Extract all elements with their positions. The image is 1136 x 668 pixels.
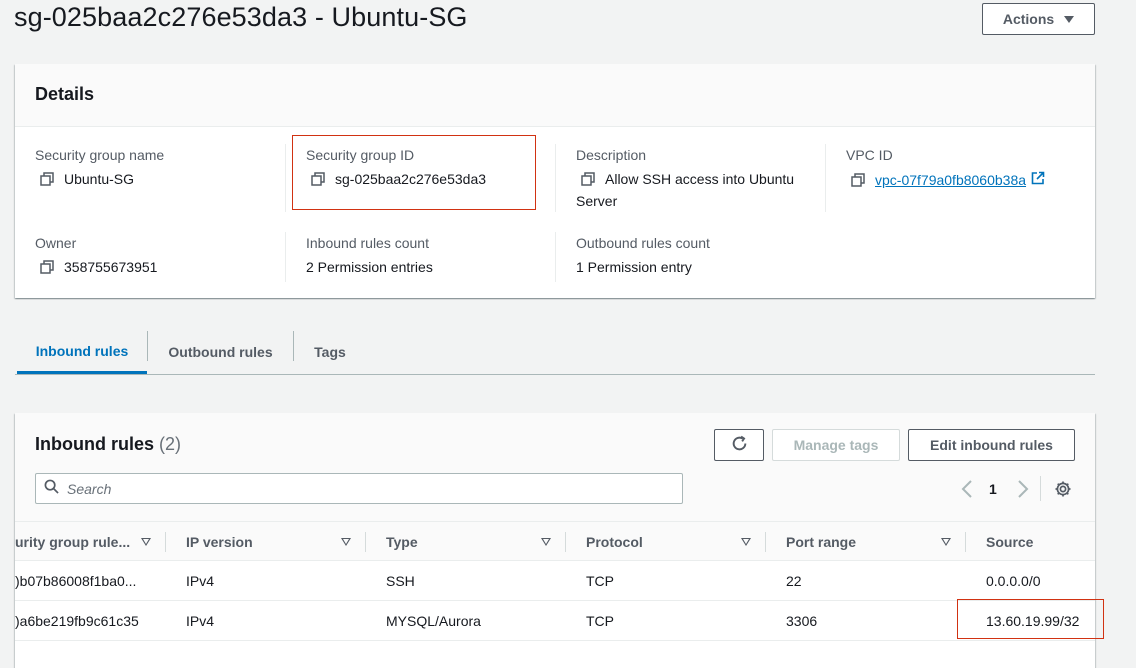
table-row[interactable]: )a6be219fb9c61c35 IPv4 MYSQL/Aurora TCP … bbox=[15, 601, 1095, 641]
cell-port-range: 3306 bbox=[786, 613, 818, 629]
actions-button[interactable]: Actions bbox=[982, 3, 1095, 35]
cell-protocol: TCP bbox=[586, 573, 614, 589]
cell-protocol: TCP bbox=[586, 613, 614, 629]
details-title: Details bbox=[35, 84, 95, 104]
inbound-rules-count: (2) bbox=[159, 434, 182, 454]
caret-down-icon bbox=[1064, 15, 1075, 23]
column-separator[interactable] bbox=[365, 532, 366, 552]
search-input[interactable] bbox=[67, 480, 627, 497]
chevron-left-icon[interactable] bbox=[961, 480, 973, 503]
owner-label: Owner bbox=[35, 235, 77, 251]
column-separator[interactable] bbox=[565, 532, 566, 552]
sort-descending-icon[interactable] bbox=[741, 538, 751, 546]
refresh-button[interactable] bbox=[714, 429, 764, 461]
description-text: Allow SSH access into Ubuntu Server bbox=[576, 171, 795, 209]
column-header-rule-id[interactable]: urity group rule... bbox=[15, 522, 135, 562]
refresh-icon bbox=[731, 435, 748, 455]
page-number[interactable]: 1 bbox=[989, 481, 997, 497]
column-header-type[interactable]: Type bbox=[386, 522, 536, 562]
column-header-protocol[interactable]: Protocol bbox=[586, 522, 736, 562]
cell-port-range: 22 bbox=[786, 573, 802, 589]
cell-type: MYSQL/Aurora bbox=[386, 613, 481, 629]
sort-descending-icon[interactable] bbox=[141, 538, 151, 546]
pager-divider bbox=[1040, 476, 1041, 501]
copy-icon[interactable] bbox=[581, 172, 595, 186]
table-row[interactable]: )b07b86008f1ba0... IPv4 SSH TCP 22 0.0.0… bbox=[15, 561, 1095, 601]
highlight-box-source bbox=[957, 599, 1104, 639]
sg-name-text: Ubuntu-SG bbox=[64, 171, 135, 187]
column-divider bbox=[285, 144, 286, 212]
outbound-count-value: 1 Permission entry bbox=[576, 259, 692, 275]
external-link-icon[interactable] bbox=[1031, 171, 1045, 188]
table-header: urity group rule... IP version Type Prot… bbox=[15, 521, 1095, 561]
highlight-box-sg-id bbox=[292, 135, 536, 210]
edit-inbound-rules-button[interactable]: Edit inbound rules bbox=[908, 429, 1075, 461]
sort-descending-icon[interactable] bbox=[941, 538, 951, 546]
cell-type: SSH bbox=[386, 573, 415, 589]
column-header-source[interactable]: Source bbox=[986, 522, 1086, 562]
inbound-count-label: Inbound rules count bbox=[306, 235, 429, 251]
tab-inbound-rules[interactable]: Inbound rules bbox=[17, 330, 147, 374]
outbound-count-label: Outbound rules count bbox=[576, 235, 710, 251]
manage-tags-button[interactable]: Manage tags bbox=[772, 429, 900, 461]
inbound-count-value: 2 Permission entries bbox=[306, 259, 433, 275]
inbound-rules-title-text: Inbound rules bbox=[35, 434, 154, 454]
tab-outbound-rules[interactable]: Outbound rules bbox=[148, 330, 293, 374]
cell-source: 0.0.0.0/0 bbox=[986, 573, 1041, 589]
column-separator[interactable] bbox=[765, 532, 766, 552]
vpc-id-label: VPC ID bbox=[846, 147, 893, 163]
vpc-id-value: vpc-07f79a0fb8060b38a bbox=[851, 171, 1045, 188]
inbound-rules-panel: Inbound rules (2) Manage tags Edit inbou… bbox=[15, 413, 1104, 668]
column-separator[interactable] bbox=[965, 532, 966, 552]
search-icon bbox=[44, 479, 59, 499]
inbound-rules-title: Inbound rules (2) bbox=[35, 434, 181, 455]
cell-ip-version: IPv4 bbox=[186, 573, 215, 589]
column-divider bbox=[555, 232, 556, 282]
details-header: Details bbox=[15, 64, 1095, 127]
actions-button-label: Actions bbox=[1002, 11, 1055, 27]
copy-icon[interactable] bbox=[40, 172, 54, 186]
description-label: Description bbox=[576, 147, 647, 163]
description-value: Allow SSH access into Ubuntu Server bbox=[576, 168, 816, 212]
column-header-port-range[interactable]: Port range bbox=[786, 522, 936, 562]
column-divider bbox=[555, 144, 556, 212]
column-header-ip-version[interactable]: IP version bbox=[186, 522, 336, 562]
column-divider bbox=[825, 144, 826, 212]
column-divider bbox=[285, 232, 286, 282]
settings-gear-icon[interactable] bbox=[1054, 480, 1072, 503]
cell-ip-version: IPv4 bbox=[186, 613, 215, 629]
chevron-right-icon[interactable] bbox=[1017, 480, 1029, 503]
owner-value: 358755673951 bbox=[40, 259, 157, 275]
sort-descending-icon[interactable] bbox=[341, 538, 351, 546]
details-panel: Details Security group name Ubuntu-SG Se… bbox=[15, 64, 1095, 298]
tabs-bar: Inbound rules Outbound rules Tags bbox=[15, 330, 1095, 375]
cell-rule-id[interactable]: )b07b86008f1ba0... bbox=[15, 561, 155, 601]
copy-icon[interactable] bbox=[40, 260, 54, 274]
sg-name-label: Security group name bbox=[35, 147, 165, 163]
owner-text: 358755673951 bbox=[64, 259, 158, 275]
search-field[interactable] bbox=[35, 473, 683, 504]
cell-rule-id[interactable]: )a6be219fb9c61c35 bbox=[15, 601, 155, 641]
tab-tags[interactable]: Tags bbox=[294, 330, 366, 374]
column-separator[interactable] bbox=[165, 532, 166, 552]
sg-name-value: Ubuntu-SG bbox=[40, 171, 134, 187]
inbound-rules-header: Inbound rules (2) Manage tags Edit inbou… bbox=[15, 413, 1095, 521]
vpc-id-link[interactable]: vpc-07f79a0fb8060b38a bbox=[875, 172, 1026, 188]
copy-icon[interactable] bbox=[851, 172, 865, 187]
page-title: sg-025baa2c276e53da3 - Ubuntu-SG bbox=[14, 2, 468, 32]
sort-descending-icon[interactable] bbox=[541, 538, 551, 546]
